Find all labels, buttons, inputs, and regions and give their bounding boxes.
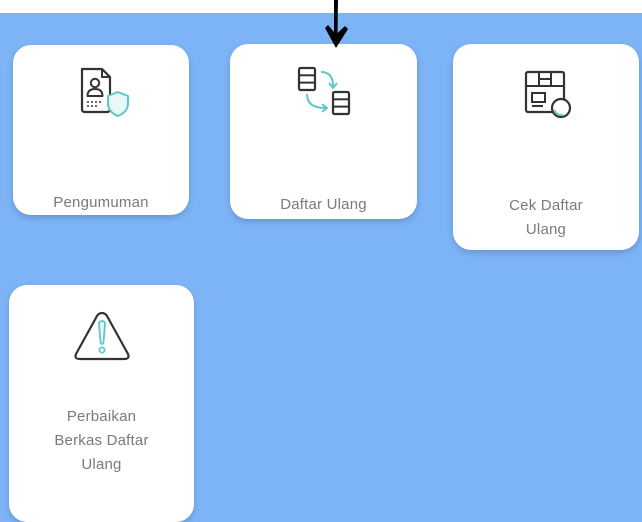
announcement-document-icon: [80, 67, 129, 117]
perbaikan-berkas-label: Perbaikan Berkas Daftar Ulang: [54, 408, 149, 473]
warning-icon: [73, 311, 130, 361]
perbaikan-berkas-tile[interactable]: Perbaikan Berkas Daftar Ulang: [9, 285, 194, 522]
pengumuman-label: Pengumuman: [53, 194, 149, 211]
daftar-ulang-label: Daftar Ulang: [280, 196, 367, 213]
cek-daftar-ulang-label: Cek Daftar Ulang: [509, 197, 583, 238]
daftar-ulang-tile[interactable]: Daftar Ulang: [230, 44, 417, 219]
pengumuman-tile[interactable]: Pengumuman: [13, 45, 189, 215]
check-registration-icon: [524, 70, 572, 119]
menu-background: Pengumuman Daftar Ulang Cek Daftar Ulang…: [0, 13, 642, 522]
cek-daftar-ulang-tile[interactable]: Cek Daftar Ulang: [453, 44, 639, 250]
re-registration-icon: [297, 66, 350, 116]
